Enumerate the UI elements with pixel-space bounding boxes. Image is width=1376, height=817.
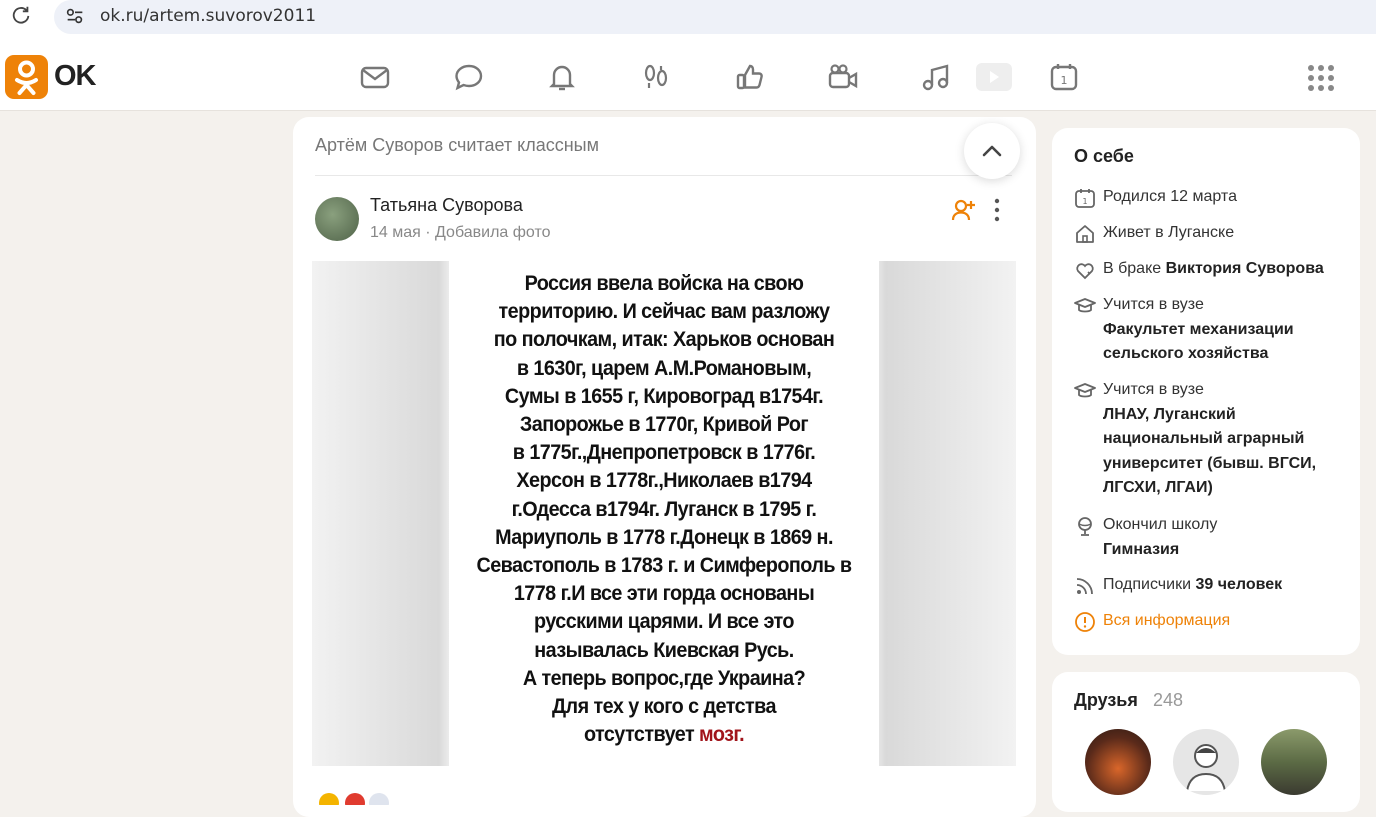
photo-text-line: Сумы в 1655 г, Кировоград в1754г. [504,383,824,408]
about-born-text: Родился 12 марта [1103,188,1237,205]
logo-text[interactable]: OK [54,60,96,93]
post-photo[interactable]: Россия ввела войска на свою территорию. … [312,261,1016,766]
apps-grid-icon[interactable] [1307,64,1335,92]
calendar-icon[interactable]: 1 [1048,61,1080,93]
all-info-link[interactable]: Вся информация [1103,609,1354,634]
about-study2-label: Учится в вузе [1103,381,1204,398]
about-subs-value: 39 человек [1195,576,1283,593]
photo-text-panel: Россия ввела войска на свою территорию. … [449,261,879,766]
chevron-up-icon [982,145,1002,157]
photo-text-line: территорию. И сейчас вам разложу [498,299,830,324]
friend-avatar[interactable] [1261,729,1327,795]
about-study2-link[interactable]: ЛНАУ, Луганский национальный аграрный ун… [1103,403,1354,501]
about-spouse-link[interactable]: Виктория Суворова [1166,260,1324,277]
collapse-button[interactable] [964,123,1020,179]
add-friend-icon[interactable] [951,197,977,223]
globe-icon [1078,517,1092,536]
photo-text-line: г.Одесса в1794г. Луганск в 1795 г. [511,496,817,521]
bell-icon[interactable] [546,61,578,93]
photo-text-line: Россия ввела войска на свою [524,271,804,295]
reactions-icons[interactable] [315,785,405,805]
photo-text: Россия ввела войска на свою территорию. … [466,269,862,748]
footprints-icon[interactable] [640,61,672,93]
photo-text-line: 1778 г.И все эти горда основаны [513,581,815,606]
about-birthday: 1 Родился 12 марта [1074,185,1354,210]
friends-count: 248 [1153,690,1184,710]
about-study1-label: Учится в вузе [1103,296,1204,313]
thumbs-up-icon[interactable] [734,61,766,93]
ok-logo-icon[interactable] [5,55,48,99]
browser-bar: ok.ru/artem.suvorov2011 [0,0,1376,44]
photo-text-line: в 1775г.,Днепропетровск в 1776г. [512,440,816,465]
about-education-2: Учится в вузе ЛНАУ, Луганский национальн… [1074,378,1354,501]
about-subs-prefix: Подписчики [1103,576,1196,593]
about-school-label: Окончил школу [1103,516,1218,533]
about-title: О себе [1074,146,1134,166]
home-icon [1076,225,1094,243]
photo-text-prefix: отсутствует [583,722,700,747]
post-author[interactable]: Татьяна Суворова [370,195,523,216]
video-camera-icon[interactable] [827,61,859,93]
site-settings-icon[interactable] [64,5,86,27]
hearts-icon [1076,263,1094,280]
about-school-link[interactable]: Гимназия [1103,538,1354,563]
photo-text-red-word: мозг. [699,722,745,747]
about-all-info[interactable]: Вся информация [1074,609,1354,634]
top-navigation: OK 1 [0,44,1376,111]
friends-title[interactable]: Друзья [1074,690,1138,711]
info-icon [1075,612,1095,632]
music-icon[interactable] [920,61,952,93]
about-subscribers[interactable]: Подписчики 39 человек [1074,573,1354,598]
photo-text-line: в 1630г, царем А.М.Романовым, [516,355,812,380]
svg-text:1: 1 [1061,74,1068,87]
photo-text-line: Для тех у кого с детства [552,694,777,719]
friend-avatar[interactable] [1085,729,1151,795]
photo-text-line: Запорожье в 1770г, Кривой Рог [519,412,809,437]
about-married-prefix: В браке [1103,260,1166,277]
svg-text:1: 1 [1082,197,1087,206]
about-education-1: Учится в вузе Факультет механизации сель… [1074,293,1354,367]
feed-card: Артём Суворов считает классным Татьяна С… [293,117,1036,817]
feed-heading[interactable]: Артём Суворов считает классным [315,135,599,156]
photo-text-line: Мариуполь в 1778 г.Донецк в 1869 н. [495,524,833,549]
photo-text-line: русскими царями. И все это [534,609,794,634]
divider [315,175,1012,176]
photo-text-line: А теперь вопрос,где Украина? [522,665,806,690]
user-silhouette-icon [1186,744,1226,792]
author-avatar[interactable] [315,197,359,241]
about-study1-link[interactable]: Факультет механизации сельского хозяйств… [1103,318,1354,367]
more-options-icon[interactable] [985,197,1009,223]
envelope-icon[interactable] [359,61,391,93]
about-card: О себе 1 Родился 12 марта Живет в Луганс… [1052,128,1360,655]
chat-icon[interactable] [453,61,485,93]
friend-avatar[interactable] [1173,729,1239,795]
about-school: Окончил школу Гимназия [1074,513,1354,562]
rss-icon [1076,578,1093,595]
about-location: Живет в Луганске [1074,221,1354,246]
about-marriage: В браке Виктория Суворова [1074,257,1354,282]
photo-text-line: Херсон в 1778г.,Николаев в1794 [516,468,812,493]
url-text[interactable]: ok.ru/artem.suvorov2011 [100,6,316,26]
about-lives-link[interactable]: Живет в Луганске [1103,221,1354,246]
graduation-cap-icon [1074,298,1096,313]
graduation-cap-icon [1074,383,1096,398]
photo-text-line: по полочкам, итак: Харьков основан [493,327,835,352]
photo-text-line: Севастополь в 1783 г. и Симферополь в [476,553,852,578]
photo-text-last-line: отсутствует мозг. [466,720,862,748]
calendar-icon: 1 [1075,189,1095,208]
friends-card: Друзья 248 [1052,672,1360,812]
play-icon[interactable] [976,63,1012,91]
post-meta: 14 мая · Добавила фото [370,224,551,241]
photo-text-line: называлась Киевская Русь. [534,637,794,662]
reload-icon[interactable] [10,4,32,26]
